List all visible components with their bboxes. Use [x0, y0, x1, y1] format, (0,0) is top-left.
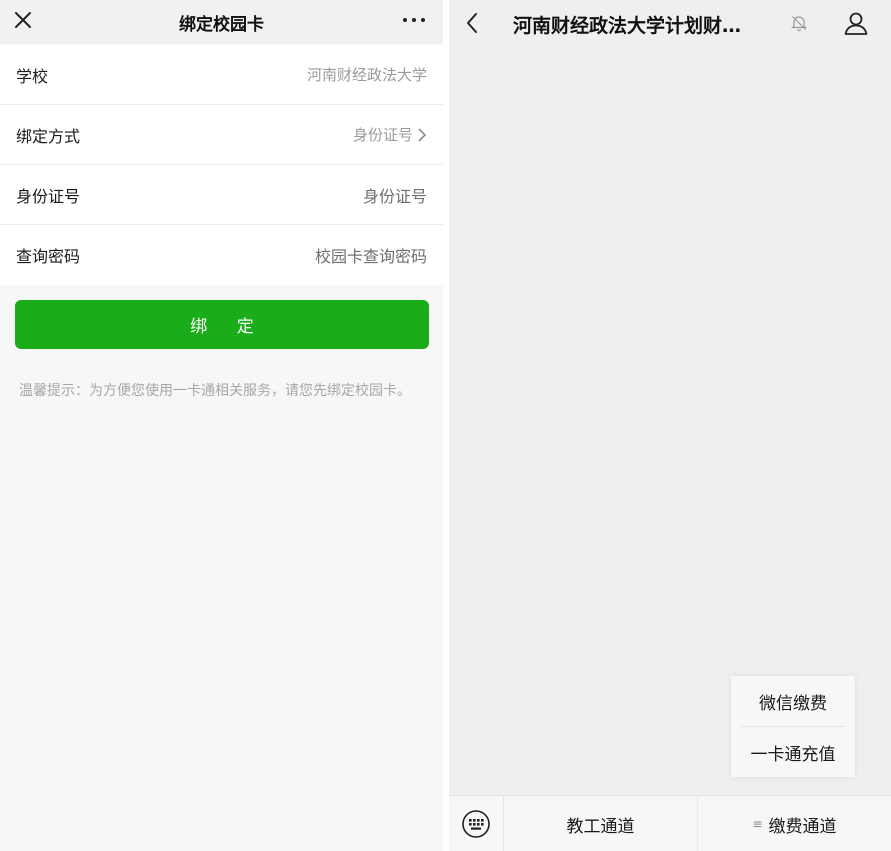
profile-icon[interactable]: [843, 10, 869, 36]
chat-header: 河南财经政法大学计划财…: [449, 0, 891, 46]
bind-button[interactable]: 绑 定: [15, 300, 429, 349]
bind-method-row[interactable]: 绑定方式 身份证号: [0, 105, 443, 165]
wechat-pay-item[interactable]: 微信缴费: [731, 676, 855, 726]
id-number-row[interactable]: 身份证号 身份证号: [0, 165, 443, 225]
bind-card-panel: 绑定校园卡 学校 河南财经政法大学 绑定方式 身份证号 身份证号 身份证号 查询…: [0, 0, 443, 851]
bell-muted-icon: [791, 16, 807, 32]
school-label: 学校: [16, 66, 49, 86]
bind-method-selector[interactable]: 身份证号: [353, 124, 427, 145]
bind-method-label: 绑定方式: [16, 126, 81, 146]
keyboard-toggle[interactable]: [449, 796, 504, 851]
password-input[interactable]: 校园卡查询密码: [315, 243, 427, 267]
id-number-label: 身份证号: [16, 186, 81, 206]
password-row[interactable]: 查询密码 校园卡查询密码: [0, 225, 443, 285]
submenu-popup: 微信缴费 一卡通充值: [731, 676, 855, 777]
back-icon[interactable]: [465, 12, 479, 34]
tip-text: 温馨提示：为方便您使用一卡通相关服务，请您先绑定校园卡。: [19, 383, 411, 399]
school-value: 河南财经政法大学: [306, 66, 427, 84]
password-label: 查询密码: [16, 247, 81, 266]
bind-method-value: 身份证号: [352, 126, 413, 144]
card-recharge-item[interactable]: 一卡通充值: [731, 727, 855, 777]
more-icon[interactable]: [403, 18, 425, 22]
header-bar: 绑定校园卡: [0, 0, 443, 44]
menu-staff-channel-label: 教工通道: [566, 816, 635, 837]
bottom-menu-bar: 教工通道 ≡ 缴费通道: [449, 795, 891, 851]
menu-payment-channel-label: 缴费通道: [768, 816, 837, 837]
chat-title: 河南财经政法大学计划财…: [513, 15, 742, 37]
submenu-icon: ≡: [752, 817, 763, 831]
bind-form: 学校 河南财经政法大学 绑定方式 身份证号 身份证号 身份证号 查询密码 校园卡…: [0, 45, 443, 285]
chat-panel: 河南财经政法大学计划财… 微信缴费 一卡通充值 教工通道 ≡ 缴费通道: [449, 0, 891, 851]
school-row: 学校 河南财经政法大学: [0, 45, 443, 105]
menu-staff-channel[interactable]: 教工通道: [504, 796, 697, 851]
id-number-input[interactable]: 身份证号: [363, 183, 427, 207]
page-title: 绑定校园卡: [179, 14, 264, 35]
keyboard-icon: [462, 810, 490, 838]
menu-payment-channel[interactable]: ≡ 缴费通道: [697, 796, 891, 851]
chevron-right-icon: [418, 127, 427, 142]
close-icon[interactable]: [12, 9, 34, 31]
